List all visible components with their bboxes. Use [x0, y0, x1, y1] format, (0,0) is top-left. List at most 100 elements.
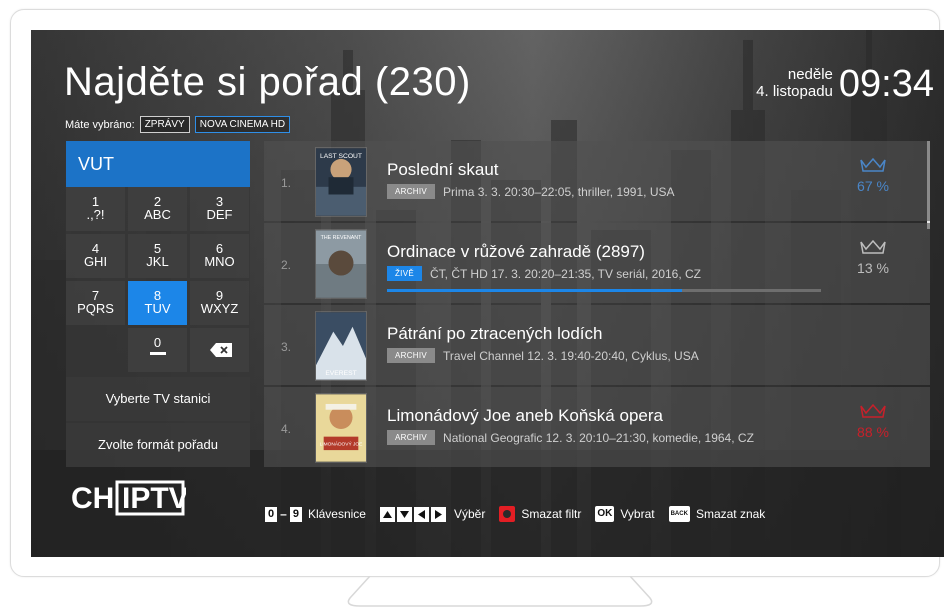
key-8[interactable]: 8 TUV [128, 281, 187, 325]
ok-button-icon: OK [595, 506, 615, 522]
key-letters: JKL [146, 254, 169, 269]
poster-limonadovy-joe-icon: LIMONÁDOVÝ JOE [315, 393, 367, 463]
arrow-up-icon [379, 506, 395, 522]
key-letters: DEF [206, 207, 233, 222]
arrow-down-icon [396, 506, 412, 522]
legend-delete-char: BACK Smazat znak [668, 506, 766, 522]
keypad-panel: VUT 1.,?! 2 ABC 3 DEF 4 GHI 5 JKL 6 MNO 7 PQRS… [66, 141, 250, 467]
program-info: ČT, ČT HD 17. 3. 20:20–21:35, TV seriál,… [429, 266, 702, 281]
program-meta: ARCHIV Travel Channel 12. 3. 19:40-20:40… [387, 348, 699, 363]
poster-text: THE REVENANT [321, 235, 362, 241]
row-index: 4. [281, 422, 292, 436]
crown-icon [860, 157, 886, 172]
weekday: neděle [787, 66, 833, 83]
crown-icon [860, 403, 886, 418]
date: neděle 4. listopadu [756, 66, 833, 100]
result-row-1[interactable]: 1. LAST SCOUT Poslední skaut ARCHIV Prim… [264, 141, 930, 221]
row-index: 1. [281, 176, 292, 190]
results-list: 1. LAST SCOUT Poslední skaut ARCHIV Prim… [264, 141, 930, 467]
key-0-hint: 0 [265, 506, 278, 522]
svg-text:CH: CH [71, 482, 114, 515]
row-index: 2. [281, 258, 292, 272]
archive-badge: ARCHIV [387, 430, 436, 445]
poster-text: LAST SCOUT [320, 153, 362, 160]
program-info: Travel Channel 12. 3. 19:40-20:40, Cyklu… [443, 348, 699, 363]
key-9[interactable]: 9 WXYZ [190, 281, 249, 325]
search-query[interactable]: VUT [66, 141, 250, 187]
filters-label: Máte vybráno: [65, 118, 135, 131]
legend-keyboard: 0 – 9 Klávesnice [265, 506, 366, 522]
progress-fill [387, 289, 683, 292]
choose-label: Vybrat [620, 507, 655, 521]
program-title: Ordinace v růžové zahradě (2897) [387, 242, 645, 261]
filter-chip-channel[interactable]: NOVA CINEMA HD [194, 116, 291, 133]
poster-text: LIMONÁDOVÝ JOE [320, 440, 363, 447]
select-label: Výběr [453, 507, 486, 521]
key-5[interactable]: 5 JKL [128, 234, 187, 278]
poster-revenant-icon: THE REVENANT [315, 229, 367, 299]
result-row-4[interactable]: 4. LIMONÁDOVÝ JOE Limonádový Joe aneb Ko… [264, 387, 930, 467]
result-row-3[interactable]: 3. EVEREST Pátrání po ztracených lodích … [264, 305, 930, 385]
archive-badge: ARCHIV [387, 348, 436, 363]
page-title: Najděte si pořad (230) [64, 60, 471, 104]
key-letters: TUV [144, 301, 171, 316]
rating: 67 % [848, 156, 898, 194]
back-button-icon: BACK [668, 506, 690, 522]
key-0[interactable]: 0 [128, 328, 187, 372]
key-1[interactable]: 1.,?! [66, 187, 125, 231]
rating: 13 % [848, 238, 898, 276]
key-4[interactable]: 4 GHI [66, 234, 125, 278]
rating: 88 % [848, 402, 898, 440]
program-meta: ARCHIV National Geografic 12. 3. 20:10–2… [387, 430, 754, 445]
program-meta: ŽIVĚ ČT, ČT HD 17. 3. 20:20–21:35, TV se… [387, 266, 701, 281]
broadcast-progress [387, 289, 821, 292]
svg-text:IPTV: IPTV [122, 482, 186, 515]
program-title: Limonádový Joe aneb Koňská opera [387, 406, 663, 425]
archive-badge: ARCHIV [387, 184, 436, 199]
tv-stand [330, 576, 670, 610]
key-letters: ABC [144, 207, 171, 222]
key-6[interactable]: 6 MNO [190, 234, 249, 278]
arrow-right-icon [430, 506, 446, 522]
date-text: 4. listopadu [756, 83, 833, 100]
key-letters: MNO [204, 254, 235, 269]
tv-screen: Najděte si pořad (230) neděle 4. listopa… [31, 30, 944, 557]
result-row-2[interactable]: 2. THE REVENANT Ordinace v růžové zahrad… [264, 223, 930, 303]
keyboard-label: Klávesnice [307, 507, 366, 521]
legend-choose: OK Vybrat [595, 506, 655, 522]
legend-clear-filter: Smazat filtr [499, 506, 581, 522]
legend-select: Výběr [379, 506, 486, 522]
program-info: Prima 3. 3. 20:30–22:05, thriller, 1991,… [443, 184, 675, 199]
clock: neděle 4. listopadu 09:34 [756, 64, 934, 104]
select-station-button[interactable]: Vyberte TV stanici [66, 377, 250, 421]
delete-char-label: Smazat znak [695, 507, 766, 521]
live-badge: ŽIVĚ [387, 266, 422, 281]
program-title: Poslední skaut [387, 160, 499, 179]
key-letters: PQRS [77, 301, 114, 316]
key-letters: WXYZ [200, 301, 239, 316]
space-icon [149, 352, 166, 355]
key-2[interactable]: 2 ABC [128, 187, 187, 231]
filter-chip-news[interactable]: ZPRÁVY [139, 116, 190, 133]
key-7[interactable]: 7 PQRS [66, 281, 125, 325]
backspace-icon [210, 343, 232, 357]
rating-percent: 88 % [857, 424, 889, 440]
rating-percent: 13 % [857, 260, 889, 276]
backspace-key[interactable] [190, 328, 249, 372]
key-9-hint: 9 [289, 506, 302, 522]
rating-percent: 67 % [857, 178, 889, 194]
key-letters: GHI [83, 254, 108, 269]
active-filters: Máte vybráno: ZPRÁVY NOVA CINEMA HD [65, 116, 291, 133]
red-button-icon [499, 506, 516, 522]
time: 09:34 [838, 63, 934, 105]
row-index: 3. [281, 340, 292, 354]
program-info: National Geografic 12. 3. 20:10–21:30, k… [443, 430, 754, 445]
clear-filter-label: Smazat filtr [521, 507, 582, 521]
controls-legend: 0 – 9 Klávesnice Výběr Smazat filtr OK V… [265, 506, 779, 522]
dash: – [280, 507, 287, 521]
select-format-button[interactable]: Zvolte formát pořadu [66, 423, 250, 467]
program-title: Pátrání po ztracených lodích [387, 324, 603, 343]
key-3[interactable]: 3 DEF [190, 187, 249, 231]
chiptv-logo: CH IPTV [71, 476, 186, 518]
key-letters: .,?! [86, 207, 105, 222]
